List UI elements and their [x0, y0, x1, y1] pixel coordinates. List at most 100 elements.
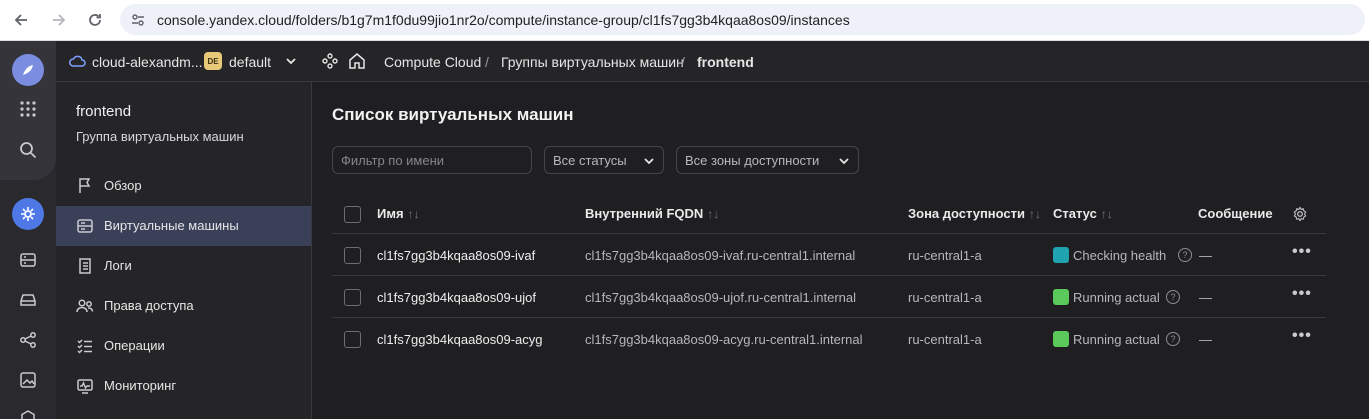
vm-zone: ru-central1-a [908, 332, 982, 347]
url-text[interactable]: console.yandex.cloud/folders/b1g7m1f0du9… [157, 12, 850, 28]
cube-icon[interactable] [17, 407, 39, 419]
cloud-selector[interactable]: cloud-alexandm... [92, 54, 203, 70]
status-indicator [1053, 289, 1069, 305]
column-header-status[interactable]: Статус ↑↓ [1053, 206, 1113, 221]
yandex-cloud-logo-icon[interactable] [12, 54, 44, 86]
disk-icon[interactable] [17, 289, 39, 311]
sidebar-item-access-rights[interactable]: Права доступа [56, 286, 311, 326]
page-title: Список виртуальных машин [332, 105, 574, 124]
flag-icon [76, 177, 94, 195]
vm-name[interactable]: cl1fs7gg3b4kqaa8os09-acyg [377, 332, 543, 347]
list-check-icon [76, 337, 94, 355]
vm-status: Running actual [1073, 290, 1160, 305]
server-icon [76, 217, 94, 235]
name-filter-input[interactable] [332, 146, 532, 174]
status-indicator [1053, 247, 1069, 263]
main-content: Список виртуальных машин Все статусы Все… [312, 82, 1369, 419]
help-icon[interactable]: ? [1166, 332, 1180, 346]
column-header-zone[interactable]: Зона доступности ↑↓ [908, 206, 1041, 221]
chevron-down-icon [642, 154, 656, 171]
column-header-label: Зона доступности [908, 206, 1026, 221]
select-all-checkbox[interactable] [344, 206, 361, 223]
vm-zone: ru-central1-a [908, 248, 982, 263]
sidebar-item-logs[interactable]: Логи [56, 246, 311, 286]
browser-toolbar: console.yandex.cloud/folders/b1g7m1f0du9… [0, 0, 1369, 41]
more-actions-icon[interactable]: ••• [1292, 285, 1312, 303]
vm-zone: ru-central1-a [908, 290, 982, 305]
column-header-label: Статус [1053, 206, 1097, 221]
folder-badge: DE [204, 52, 222, 70]
vm-status: Checking health [1073, 248, 1167, 263]
folder-selector[interactable]: default [229, 54, 271, 70]
forward-arrow-icon[interactable] [48, 9, 70, 31]
chevron-down-icon[interactable] [284, 54, 298, 71]
sidebar-item-monitoring[interactable]: Мониторинг [56, 366, 311, 406]
search-icon[interactable] [17, 139, 39, 161]
status-filter-value: Все статусы [553, 152, 627, 168]
sidebar: frontend Группа виртуальных машин Обзор … [56, 82, 312, 419]
sort-icon: ↑↓ [407, 207, 420, 221]
sort-icon: ↑↓ [707, 207, 720, 221]
column-header-name[interactable]: Имя ↑↓ [377, 206, 420, 221]
vm-status: Running actual [1073, 332, 1160, 347]
vm-fqdn: cl1fs7gg3b4kqaa8os09-ivaf.ru-central1.in… [585, 248, 856, 263]
breadcrumb-separator: / [485, 54, 489, 70]
rail-top-section [0, 41, 56, 180]
top-header: cloud-alexandm... DE default Compute Clo… [56, 41, 1369, 82]
more-actions-icon[interactable]: ••• [1292, 327, 1312, 345]
breadcrumb-compute-cloud[interactable]: Compute Cloud [384, 54, 481, 70]
breadcrumb-instance-groups[interactable]: Группы виртуальных машин [501, 54, 684, 70]
zone-filter-select[interactable]: Все зоны доступности [676, 146, 859, 174]
sidebar-item-operations[interactable]: Операции [56, 326, 311, 366]
sidebar-item-label: Мониторинг [104, 378, 177, 393]
resource-graph-icon[interactable] [322, 53, 338, 72]
column-header-label: Внутренний FQDN [585, 206, 704, 221]
row-checkbox[interactable] [344, 247, 361, 264]
sort-icon: ↑↓ [1100, 207, 1113, 221]
sidebar-item-label: Виртуальные машины [104, 218, 239, 233]
chevron-down-icon [837, 154, 851, 171]
compute-cloud-icon[interactable] [12, 198, 44, 230]
sidebar-item-overview[interactable]: Обзор [56, 166, 311, 206]
help-icon[interactable]: ? [1166, 290, 1180, 304]
vm-fqdn: cl1fs7gg3b4kqaa8os09-ujof.ru-central1.in… [585, 290, 857, 305]
more-actions-icon[interactable]: ••• [1292, 243, 1312, 261]
image-icon[interactable] [17, 369, 39, 391]
status-filter-select[interactable]: Все статусы [544, 146, 664, 174]
column-header-message: Сообщение [1198, 206, 1273, 221]
row-checkbox[interactable] [344, 289, 361, 306]
help-icon[interactable]: ? [1178, 248, 1192, 262]
sidebar-item-virtual-machines[interactable]: Виртуальные машины [56, 206, 311, 246]
address-bar[interactable]: console.yandex.cloud/folders/b1g7m1f0du9… [120, 4, 1365, 35]
home-icon[interactable] [348, 52, 366, 73]
vm-message: — [1199, 290, 1212, 305]
status-indicator [1053, 331, 1069, 347]
sidebar-item-label: Логи [104, 258, 132, 273]
network-icon[interactable] [17, 329, 39, 351]
row-checkbox[interactable] [344, 331, 361, 348]
sidebar-item-label: Обзор [104, 178, 142, 193]
vm-message: — [1199, 248, 1212, 263]
vm-name[interactable]: cl1fs7gg3b4kqaa8os09-ivaf [377, 248, 535, 263]
app-rail [0, 41, 56, 419]
back-arrow-icon[interactable] [10, 9, 32, 31]
reload-icon[interactable] [84, 9, 106, 31]
users-icon [76, 297, 94, 315]
sidebar-item-label: Операции [104, 338, 165, 353]
column-header-fqdn[interactable]: Внутренний FQDN ↑↓ [585, 206, 719, 221]
table-settings-gear-icon[interactable] [1292, 206, 1308, 225]
log-icon [76, 257, 94, 275]
storage-icon[interactable] [17, 249, 39, 271]
sidebar-title: frontend [76, 103, 132, 120]
vm-name[interactable]: cl1fs7gg3b4kqaa8os09-ujof [377, 290, 536, 305]
breadcrumb-separator: / [681, 54, 685, 70]
services-grid-icon[interactable] [17, 98, 39, 120]
zone-filter-value: Все зоны доступности [685, 152, 820, 168]
vm-message: — [1199, 332, 1212, 347]
vm-fqdn: cl1fs7gg3b4kqaa8os09-acyg.ru-central1.in… [585, 332, 863, 347]
column-header-label: Имя [377, 206, 404, 221]
sidebar-item-label: Права доступа [104, 298, 194, 313]
site-info-icon[interactable] [130, 12, 146, 31]
table-divider [332, 275, 1326, 276]
table-divider [332, 317, 1326, 318]
